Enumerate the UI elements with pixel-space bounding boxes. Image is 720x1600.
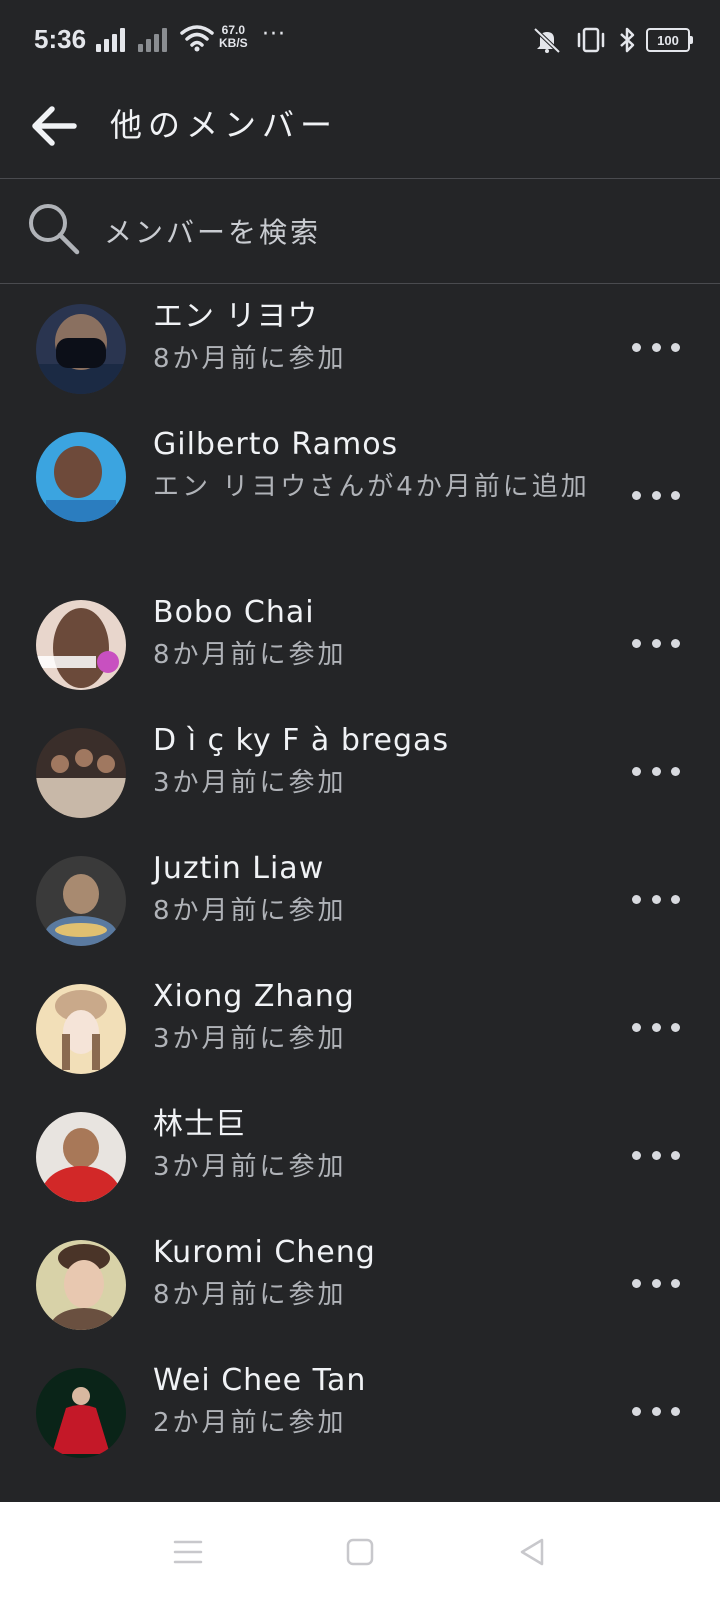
avatar[interactable] xyxy=(36,1368,126,1458)
bluetooth-icon xyxy=(620,27,635,53)
member-text: Juztin Liaw 8か月前に参加 xyxy=(153,848,593,932)
member-joined: 8か月前に参加 xyxy=(153,344,347,374)
vibrate-icon xyxy=(577,27,605,53)
member-joined: 8か月前に参加 xyxy=(153,1280,347,1310)
back-button[interactable] xyxy=(26,98,82,154)
avatar-image xyxy=(36,984,126,1074)
member-joined: 2か月前に参加 xyxy=(153,1408,347,1438)
avatar[interactable] xyxy=(36,728,126,818)
status-right: 100 xyxy=(530,26,693,54)
member-name: Gilberto Ramos xyxy=(153,427,399,462)
system-nav-bar xyxy=(0,1502,720,1600)
member-text: 林士巨 3か月前に参加 xyxy=(153,1104,593,1188)
arrow-left-icon xyxy=(32,106,77,146)
avatar-image xyxy=(36,304,126,394)
back-nav-button[interactable] xyxy=(512,1532,552,1572)
member-joined: 3か月前に参加 xyxy=(153,1152,347,1182)
member-text: Gilberto Ramos エン リヨウさんが4か月前に追加 xyxy=(153,424,593,508)
status-time: 5:36 xyxy=(34,24,87,54)
avatar-image xyxy=(36,728,126,818)
avatar[interactable] xyxy=(36,984,126,1074)
more-options-button[interactable] xyxy=(632,756,680,786)
member-row[interactable]: Kuromi Cheng 8か月前に参加 xyxy=(0,1220,720,1348)
search-icon xyxy=(29,204,80,255)
member-row[interactable]: Wei Chee Tan 2か月前に参加 xyxy=(0,1348,720,1476)
status-bar: 5:36 67.0 KB/S ··· 100 xyxy=(0,0,720,80)
member-row[interactable]: Xiong Zhang 3か月前に参加 xyxy=(0,964,720,1092)
member-search-input[interactable] xyxy=(102,209,666,255)
menu-icon xyxy=(173,1540,203,1564)
more-options-button[interactable] xyxy=(632,480,680,510)
member-name: Wei Chee Tan xyxy=(153,1363,367,1398)
member-name: Juztin Liaw xyxy=(153,851,325,886)
avatar-image xyxy=(36,432,126,522)
member-joined: 8か月前に参加 xyxy=(153,640,347,670)
search-bar xyxy=(0,179,720,284)
member-name: Kuromi Cheng xyxy=(153,1235,376,1270)
member-name: D ì ç ky F à bregas xyxy=(153,723,450,758)
mute-icon xyxy=(533,27,561,54)
avatar[interactable] xyxy=(36,1240,126,1330)
network-speed-unit: KB/S xyxy=(219,36,248,50)
more-options-button[interactable] xyxy=(632,1396,680,1426)
member-text: D ì ç ky F à bregas 3か月前に参加 xyxy=(153,720,593,804)
avatar-image xyxy=(36,1112,126,1202)
member-row[interactable]: Gilberto Ramos エン リヨウさんが4か月前に追加 xyxy=(0,412,720,580)
member-row[interactable]: 林士巨 3か月前に参加 xyxy=(0,1092,720,1220)
member-name: Bobo Chai xyxy=(153,595,315,630)
member-added: エン リヨウさんが4か月前に追加 xyxy=(153,472,590,502)
member-joined: 3か月前に参加 xyxy=(153,768,347,798)
avatar[interactable] xyxy=(36,304,126,394)
more-options-button[interactable] xyxy=(632,332,680,362)
member-row[interactable]: エン リヨウ 8か月前に参加 xyxy=(0,284,720,412)
more-options-button[interactable] xyxy=(632,1268,680,1298)
member-joined: 8か月前に参加 xyxy=(153,896,347,926)
member-joined: 3か月前に参加 xyxy=(153,1024,347,1054)
network-speed: 67.0 KB/S xyxy=(219,24,248,50)
back-triangle-icon xyxy=(520,1538,544,1566)
avatar-image xyxy=(36,1240,126,1330)
member-row[interactable]: Bobo Chai 8か月前に参加 xyxy=(0,580,720,708)
wifi-icon xyxy=(180,25,214,52)
avatar[interactable] xyxy=(36,1112,126,1202)
more-notifications-icon: ··· xyxy=(262,22,286,47)
more-options-button[interactable] xyxy=(632,884,680,914)
more-options-button[interactable] xyxy=(632,628,680,658)
more-options-button[interactable] xyxy=(632,1012,680,1042)
avatar-image xyxy=(36,856,126,946)
signal-strength-2-icon xyxy=(138,28,167,52)
member-row[interactable]: D ì ç ky F à bregas 3か月前に参加 xyxy=(0,708,720,836)
member-name: Xiong Zhang xyxy=(153,979,355,1014)
page-title: 他のメンバー xyxy=(110,106,339,144)
home-button[interactable] xyxy=(340,1532,380,1572)
member-text: Bobo Chai 8か月前に参加 xyxy=(153,592,593,676)
battery-icon: 100 xyxy=(646,28,693,52)
avatar[interactable] xyxy=(36,856,126,946)
member-text: Xiong Zhang 3か月前に参加 xyxy=(153,976,593,1060)
avatar[interactable] xyxy=(36,600,126,690)
member-text: エン リヨウ 8か月前に参加 xyxy=(153,296,593,380)
app-header: 他のメンバー xyxy=(0,80,720,179)
home-square-icon xyxy=(346,1538,374,1566)
more-options-button[interactable] xyxy=(632,1140,680,1170)
avatar[interactable] xyxy=(36,432,126,522)
recent-apps-button[interactable] xyxy=(168,1532,208,1572)
member-row[interactable]: Juztin Liaw 8か月前に参加 xyxy=(0,836,720,964)
avatar-image xyxy=(36,1368,126,1458)
member-text: Wei Chee Tan 2か月前に参加 xyxy=(153,1360,593,1444)
avatar-image xyxy=(36,600,126,690)
member-name: 林士巨 xyxy=(153,1107,246,1142)
signal-strength-icon xyxy=(96,28,125,52)
member-name: エン リヨウ xyxy=(153,299,319,334)
member-list: エン リヨウ 8か月前に参加 Gilberto Ramos エン リヨウさんが4… xyxy=(0,284,720,1476)
member-text: Kuromi Cheng 8か月前に参加 xyxy=(153,1232,593,1316)
